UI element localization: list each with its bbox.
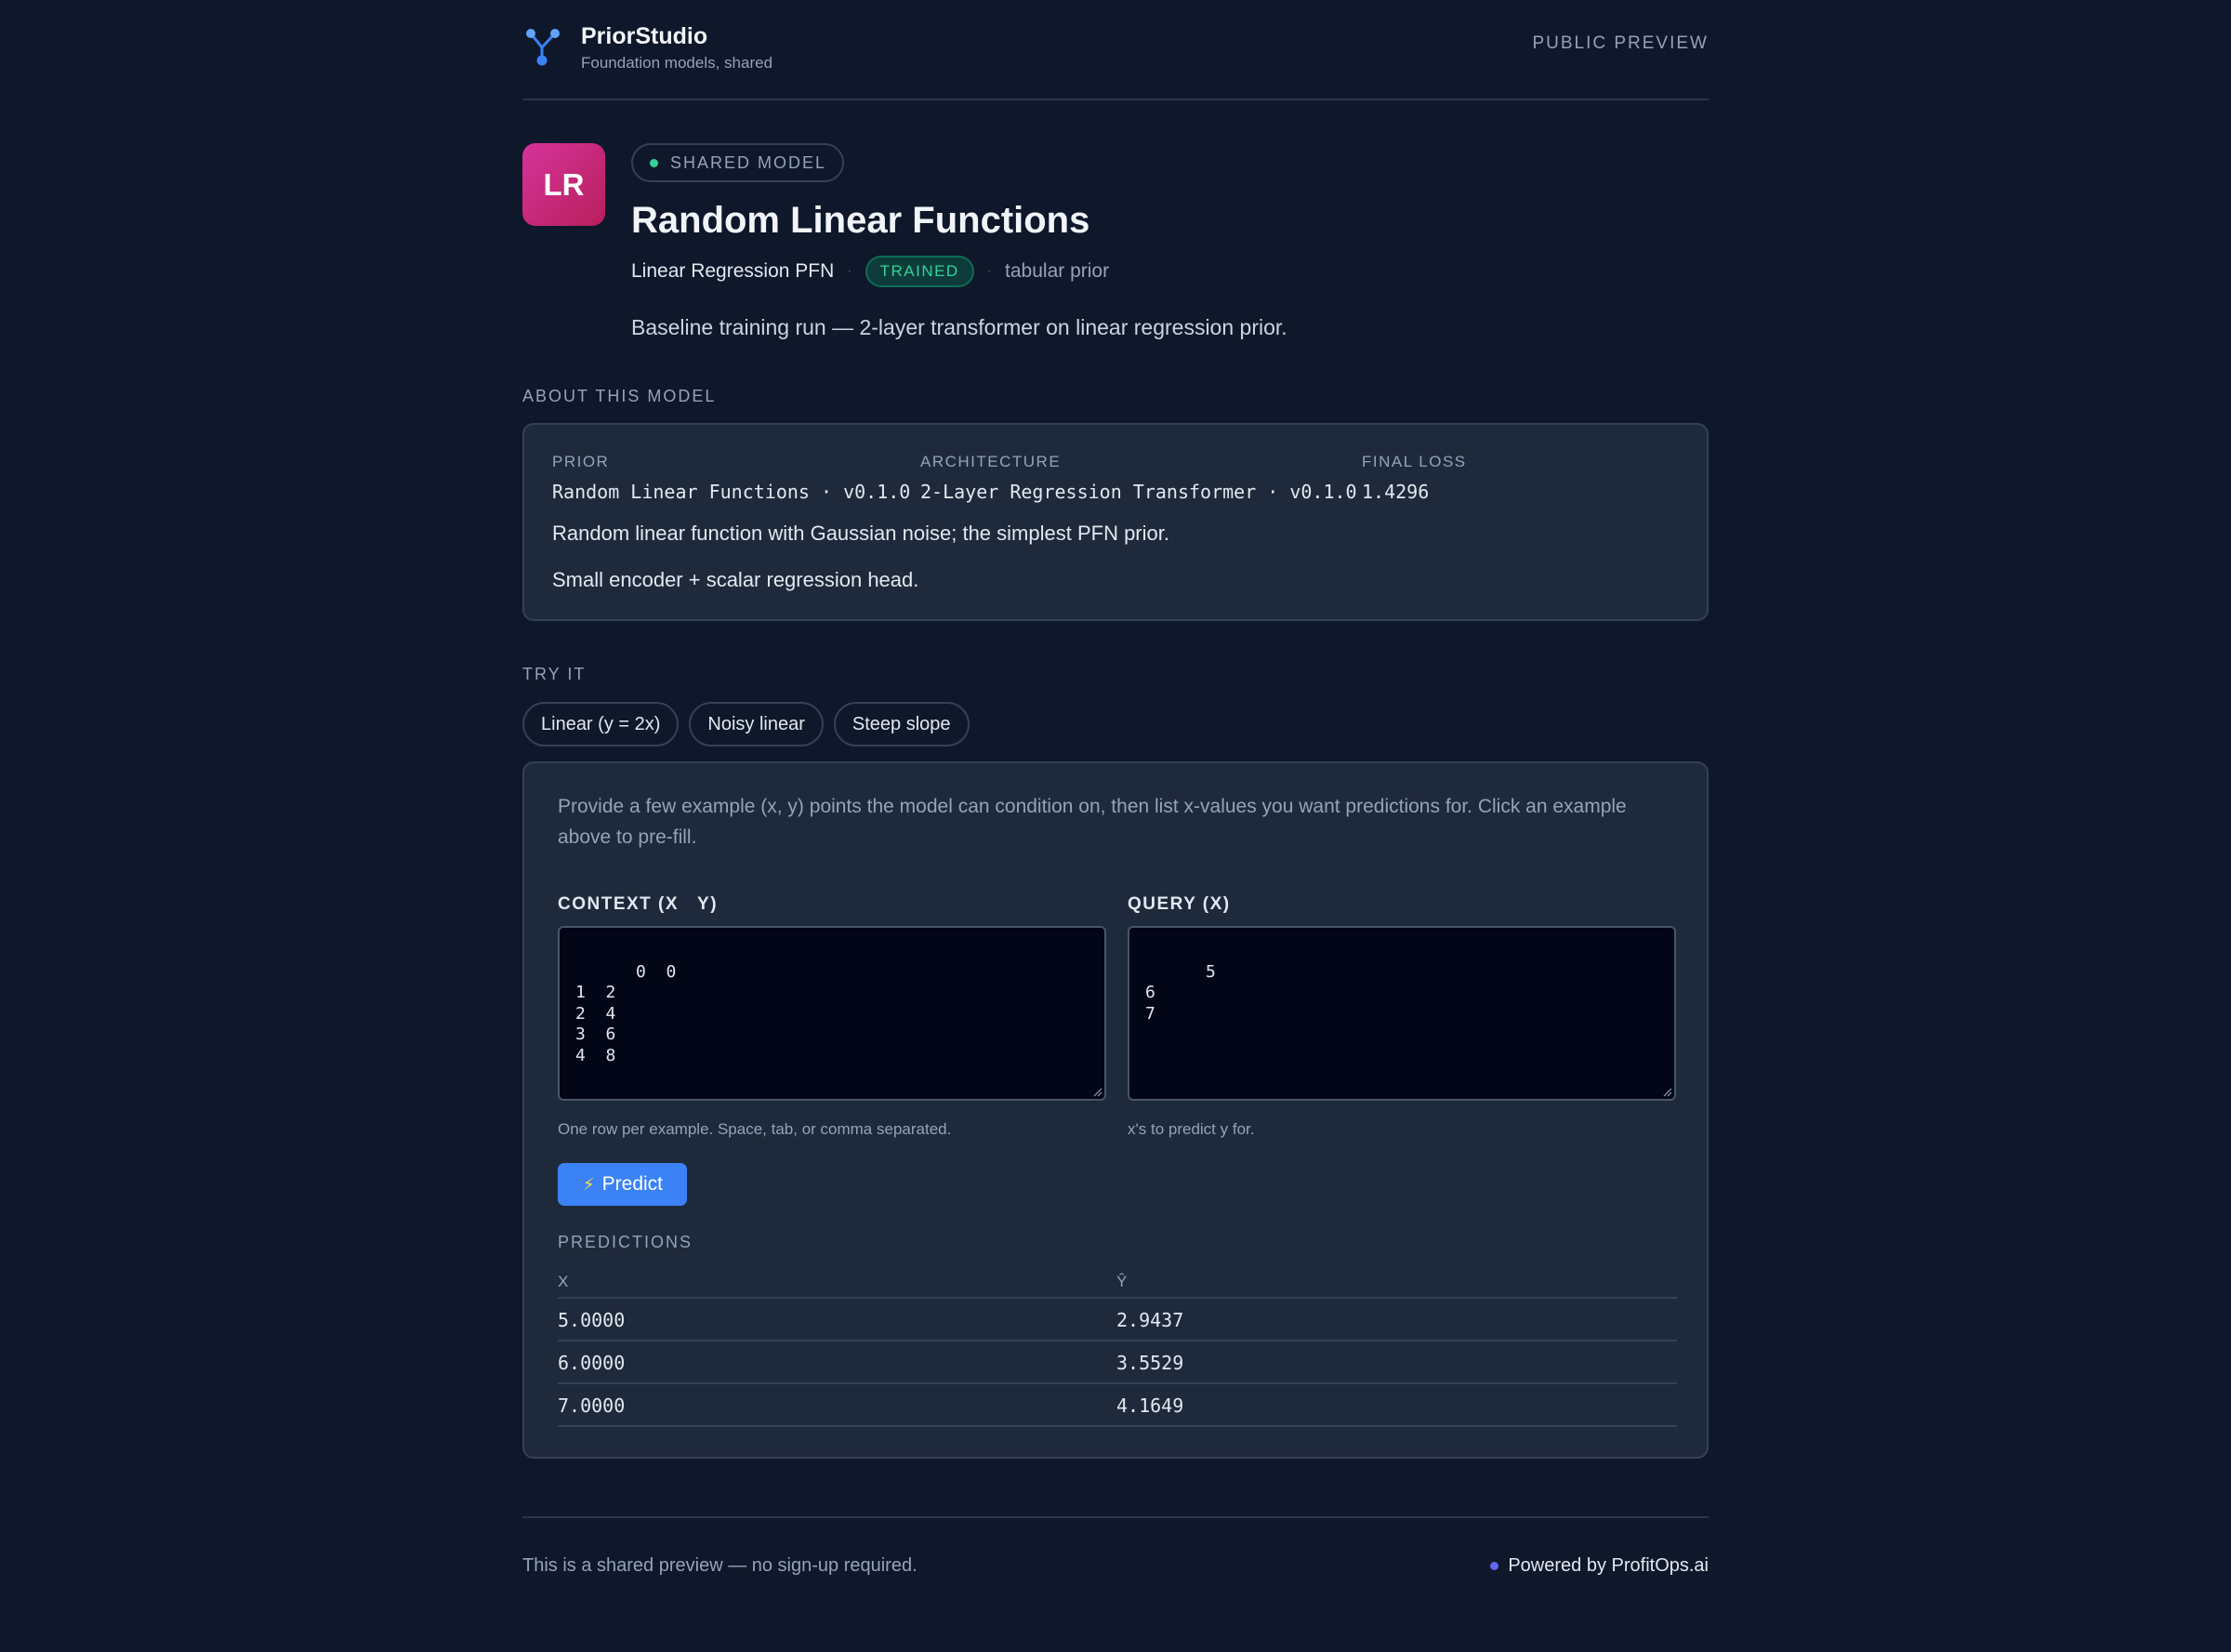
model-hero: LR SHARED MODEL Random Linear Functions …: [522, 100, 1709, 379]
powered-by-label: Powered by ProfitOps.ai: [1508, 1555, 1709, 1576]
brand[interactable]: PriorStudio Foundation models, shared: [522, 24, 772, 72]
context-hint: One row per example. Space, tab, or comm…: [558, 1120, 952, 1138]
resize-grip-icon[interactable]: [1663, 1088, 1672, 1097]
spec-value: 1.4296: [1362, 481, 1430, 503]
example-chip-steep-slope[interactable]: Steep slope: [833, 702, 970, 747]
predict-button-label: Predict: [601, 1173, 663, 1195]
try-it-instructions: Provide a few example (x, y) points the …: [558, 796, 1627, 848]
spec-key: FINAL LOSS: [1362, 453, 1467, 470]
powered-by-link[interactable]: Powered by ProfitOps.ai: [1490, 1555, 1709, 1577]
brand-dot-icon: [1490, 1562, 1499, 1570]
example-chip-noisy-linear[interactable]: Noisy linear: [689, 702, 824, 747]
meta-separator: ·: [847, 263, 852, 279]
context-input-value: 0 0 1 2 2 4 3 6 4 8: [575, 961, 677, 1065]
table-row: 7.0000 4.1649: [558, 1384, 1677, 1427]
about-card: PRIOR Random Linear Functions · v0.1.0 A…: [522, 423, 1709, 621]
query-input-value: 5 6 7: [1145, 961, 1216, 1024]
column-header-y-hat: Ŷ: [1116, 1273, 1128, 1290]
footer-note: This is a shared preview — no sign-up re…: [522, 1555, 917, 1576]
spec-prior: PRIOR Random Linear Functions · v0.1.0: [552, 453, 910, 503]
try-it-card: Provide a few example (x, y) points the …: [522, 761, 1709, 1459]
lightning-bolt-icon: ⚡: [583, 1174, 595, 1194]
model-category: tabular prior: [1005, 260, 1110, 282]
spec-final-loss: FINAL LOSS 1.4296: [1362, 453, 1467, 503]
status-badge: TRAINED: [865, 256, 974, 287]
resize-grip-icon[interactable]: [1093, 1088, 1102, 1097]
spec-value: Random Linear Functions · v0.1.0: [552, 481, 911, 503]
architecture-description: Small encoder + scalar regression head.: [552, 568, 919, 591]
predictions-label: PREDICTIONS: [558, 1233, 693, 1251]
cell-y-hat: 2.9437: [1116, 1309, 1184, 1331]
model-meta: Linear Regression PFN · TRAINED · tabula…: [631, 256, 1287, 287]
spec-key: PRIOR: [552, 453, 610, 470]
meta-separator: ·: [986, 263, 993, 279]
query-input[interactable]: 5 6 7: [1128, 926, 1676, 1101]
prior-description: Random linear function with Gaussian noi…: [552, 522, 1169, 545]
shared-model-label: SHARED MODEL: [670, 152, 827, 172]
cell-x: 5.0000: [558, 1309, 626, 1331]
cell-x: 6.0000: [558, 1352, 626, 1374]
top-bar: PriorStudio Foundation models, shared PU…: [522, 0, 1709, 100]
model-subtitle: Linear Regression PFN: [631, 260, 835, 282]
example-chips: Linear (y = 2x) Noisy linear Steep slope: [522, 702, 970, 747]
footer: This is a shared preview — no sign-up re…: [522, 1516, 1709, 1591]
model-avatar: LR: [522, 143, 605, 226]
shared-model-badge: SHARED MODEL: [631, 143, 845, 182]
model-title: Random Linear Functions: [631, 200, 1090, 241]
context-label: CONTEXT (X Y): [558, 894, 719, 914]
predict-button[interactable]: ⚡ Predict: [558, 1163, 687, 1206]
query-label: QUERY (X): [1128, 894, 1231, 914]
about-section-label: ABOUT THIS MODEL: [522, 387, 717, 405]
spec-key: ARCHITECTURE: [920, 453, 1062, 470]
app-name: PriorStudio: [581, 23, 708, 49]
table-row: 5.0000 2.9437: [558, 1299, 1677, 1341]
page: PriorStudio Foundation models, shared PU…: [522, 0, 1709, 1576]
app-tagline: Foundation models, shared: [581, 54, 773, 72]
spec-architecture: ARCHITECTURE 2-Layer Regression Transfor…: [920, 453, 1357, 503]
cell-y-hat: 4.1649: [1116, 1394, 1184, 1417]
predictions-table: X Ŷ 5.0000 2.9437 6.0000 3.5529 7.0000 4…: [558, 1265, 1677, 1427]
column-header-x: X: [558, 1273, 569, 1290]
example-chip-linear[interactable]: Linear (y = 2x): [522, 702, 680, 747]
table-header: X Ŷ: [558, 1265, 1677, 1299]
model-description: Baseline training run — 2-layer transfor…: [631, 315, 1287, 339]
public-preview-label: PUBLIC PREVIEW: [1532, 33, 1709, 53]
query-hint: x's to predict y for.: [1128, 1120, 1255, 1138]
spec-value: 2-Layer Regression Transformer · v0.1.0: [920, 481, 1357, 503]
network-fork-icon: [526, 29, 560, 66]
cell-x: 7.0000: [558, 1394, 626, 1417]
status-dot-icon: [650, 158, 658, 167]
table-row: 6.0000 3.5529: [558, 1341, 1677, 1384]
context-input[interactable]: 0 0 1 2 2 4 3 6 4 8: [558, 926, 1106, 1101]
try-it-section-label: TRY IT: [522, 665, 587, 683]
cell-y-hat: 3.5529: [1116, 1352, 1184, 1374]
